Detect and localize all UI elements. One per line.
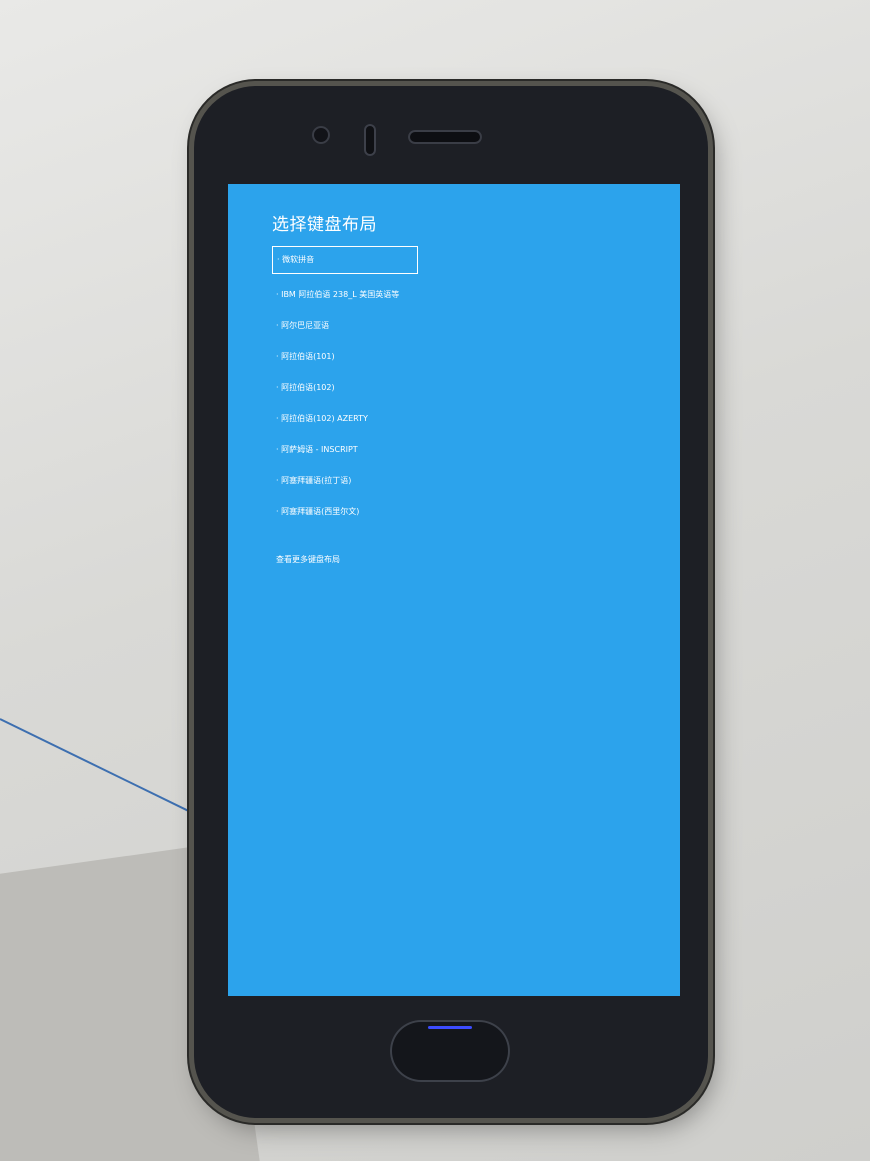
- more-layouts-link[interactable]: 查看更多键盘布局: [276, 554, 340, 565]
- layout-option-3[interactable]: · 阿拉伯语(101): [272, 341, 632, 372]
- layout-option-0[interactable]: · 微软拼音: [272, 246, 418, 274]
- phone-device: 选择键盘布局 · 微软拼音 · IBM 阿拉伯语 238_L 美国英语等 · 阿…: [194, 86, 708, 1118]
- proximity-sensor: [364, 124, 376, 156]
- layout-option-2[interactable]: · 阿尔巴尼亚语: [272, 310, 632, 341]
- layout-option-5[interactable]: · 阿拉伯语(102) AZERTY: [272, 403, 632, 434]
- layout-option-8[interactable]: · 阿塞拜疆语(西里尔文): [272, 496, 632, 527]
- layout-option-6[interactable]: · 阿萨姆语 - INSCRIPT: [272, 434, 632, 465]
- photo-scene: 选择键盘布局 · 微软拼音 · IBM 阿拉伯语 238_L 美国英语等 · 阿…: [0, 0, 870, 1161]
- layout-option-1[interactable]: · IBM 阿拉伯语 238_L 美国英语等: [272, 279, 632, 310]
- front-camera: [312, 126, 330, 144]
- desk-line: [0, 718, 190, 812]
- earpiece-speaker: [408, 130, 482, 144]
- keyboard-layout-screen: 选择键盘布局 · 微软拼音 · IBM 阿拉伯语 238_L 美国英语等 · 阿…: [228, 184, 680, 996]
- page-title: 选择键盘布局: [272, 215, 377, 235]
- home-button-light: [428, 1026, 472, 1029]
- layout-option-7[interactable]: · 阿塞拜疆语(拉丁语): [272, 465, 632, 496]
- home-button[interactable]: [390, 1020, 510, 1082]
- keyboard-layout-list: · 微软拼音 · IBM 阿拉伯语 238_L 美国英语等 · 阿尔巴尼亚语 ·…: [272, 246, 632, 527]
- layout-option-4[interactable]: · 阿拉伯语(102): [272, 372, 632, 403]
